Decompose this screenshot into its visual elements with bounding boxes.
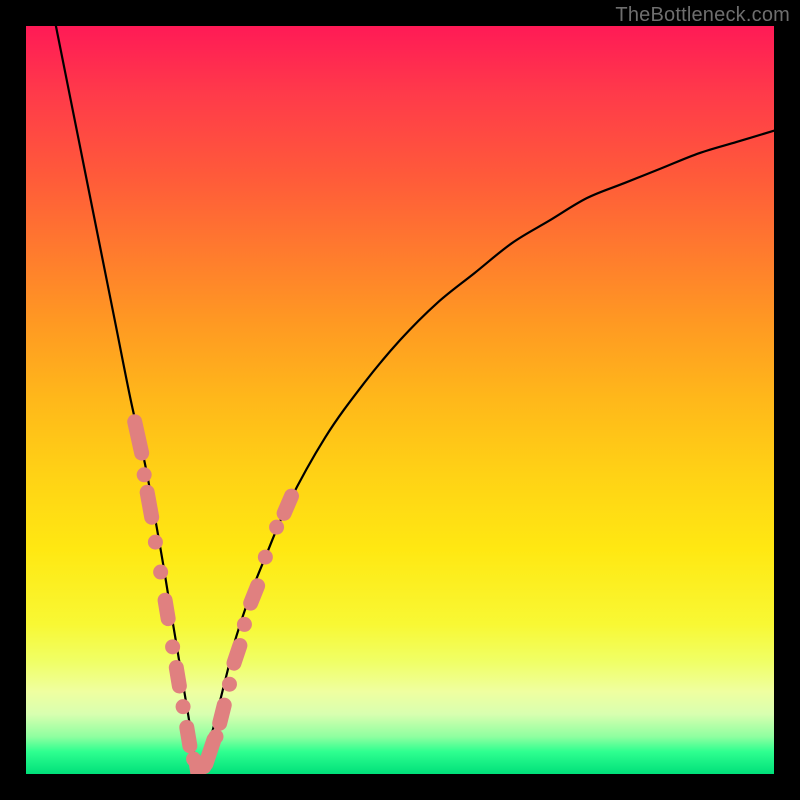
bead-capsule: [274, 486, 301, 523]
bead-dot: [258, 550, 273, 565]
bottleneck-curve: [56, 26, 774, 774]
bead-dot: [237, 617, 252, 632]
bead-dot: [208, 729, 223, 744]
bead-dot: [137, 467, 152, 482]
bead-dot: [165, 639, 180, 654]
bead-capsule: [224, 636, 249, 673]
bead-dot: [222, 677, 237, 692]
bead-capsule: [211, 696, 234, 732]
watermark-text: TheBottleneck.com: [615, 4, 790, 27]
bead-dot: [153, 565, 168, 580]
bead-capsule: [168, 659, 188, 695]
bottom-border: [0, 774, 800, 800]
chart-svg: [26, 26, 774, 774]
bead-dot: [269, 520, 284, 535]
bead-capsule: [138, 484, 160, 526]
bead-capsule: [178, 719, 198, 755]
bead-capsule: [126, 413, 151, 462]
bead-capsule: [241, 576, 267, 613]
bead-dot: [148, 535, 163, 550]
sample-beads: [126, 413, 302, 795]
bead-dot: [176, 699, 191, 714]
bead-capsule: [156, 592, 176, 628]
